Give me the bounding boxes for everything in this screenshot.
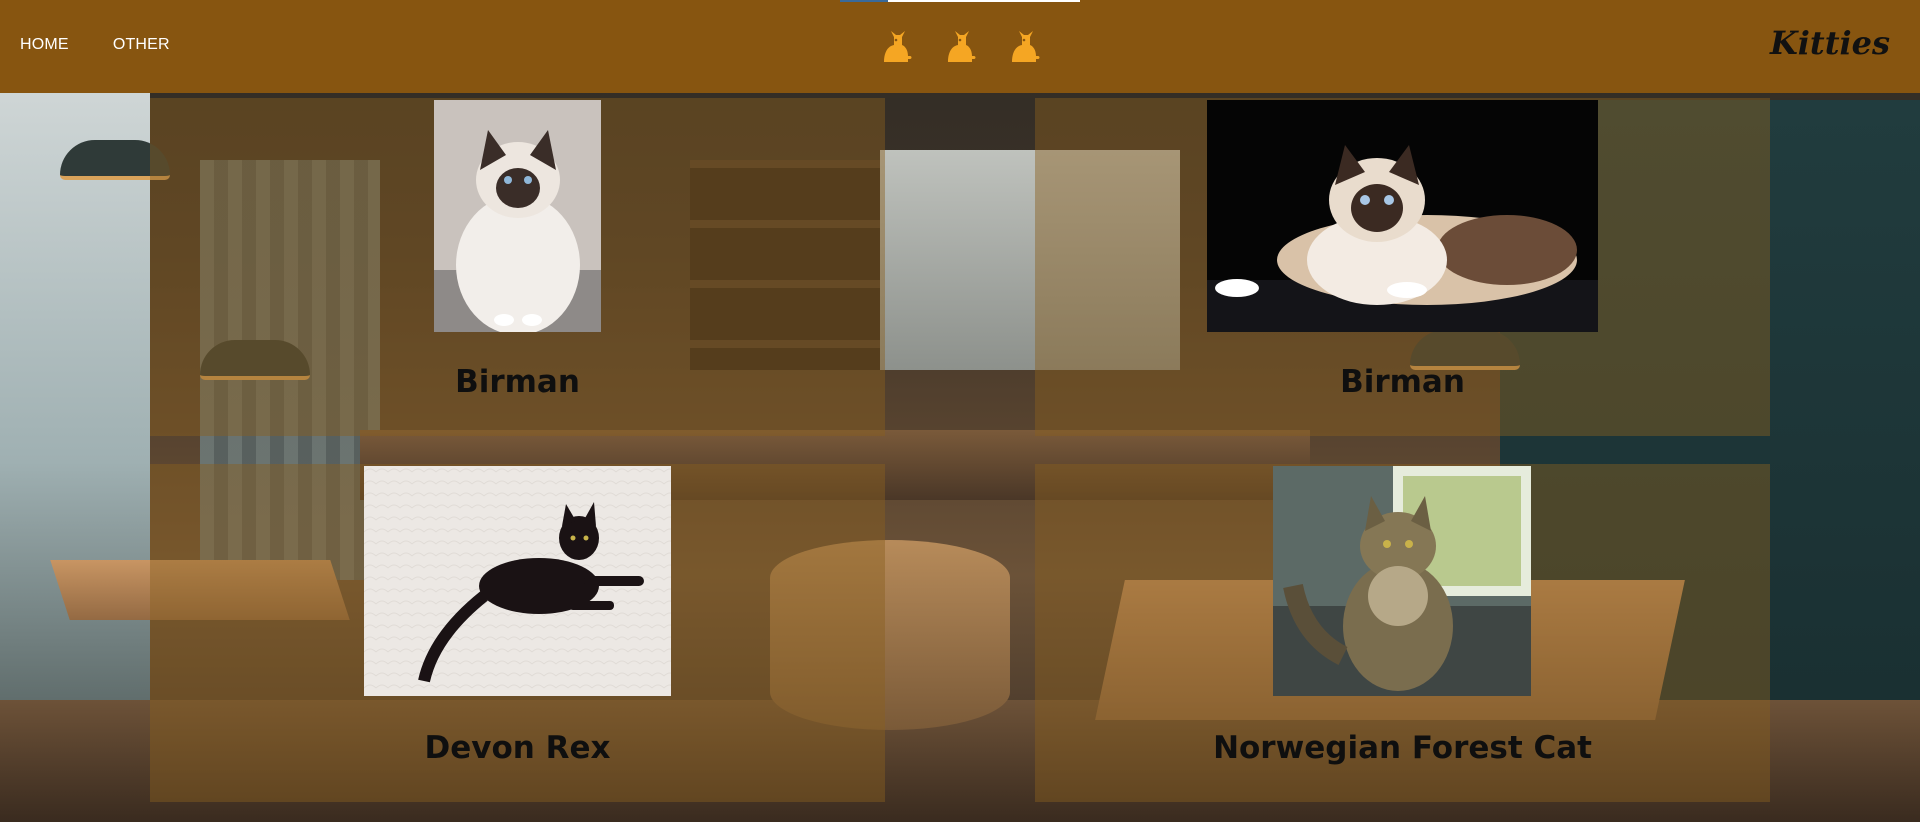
birman-photo [1207, 100, 1598, 332]
cat-icon-group [878, 28, 1042, 64]
birman-photo [434, 100, 601, 332]
norwegian-forest-cat-photo [1273, 466, 1531, 696]
nav-home-link[interactable]: HOME [20, 36, 69, 54]
cat-icon[interactable] [1006, 28, 1042, 64]
cat-card[interactable]: Birman [1035, 98, 1770, 436]
cat-card[interactable]: Devon Rex [150, 464, 885, 802]
brand-title[interactable]: Kitties [1770, 24, 1890, 62]
cat-card-title: Birman [455, 364, 580, 400]
cat-icon[interactable] [942, 28, 978, 64]
cat-card[interactable]: Birman [150, 98, 885, 436]
cat-icon[interactable] [878, 28, 914, 64]
main-nav: HOME OTHER [20, 36, 170, 54]
cat-card-title: Birman [1340, 364, 1465, 400]
devon-rex-photo [364, 466, 671, 696]
top-navbar: HOME OTHER Kitties [0, 0, 1920, 93]
cat-card-title: Norwegian Forest Cat [1213, 730, 1592, 766]
nav-other-link[interactable]: OTHER [113, 36, 170, 54]
cat-card[interactable]: Norwegian Forest Cat [1035, 464, 1770, 802]
top-progress-indicator [840, 0, 888, 2]
cat-card-title: Devon Rex [424, 730, 611, 766]
